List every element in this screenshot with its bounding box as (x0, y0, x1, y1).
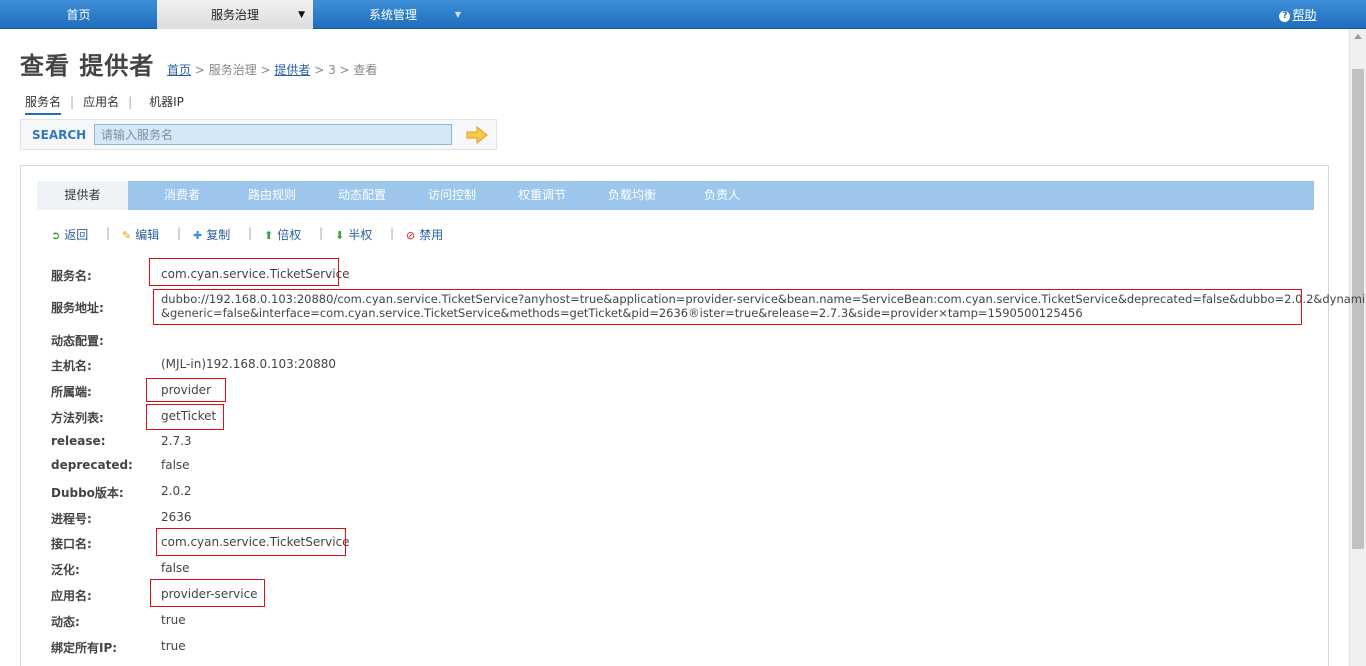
detail-value: false (161, 458, 190, 472)
tab-load-balance[interactable]: 负载均衡 (587, 181, 677, 210)
detail-key: 进程号: (51, 512, 92, 526)
search-tab-separator: | (128, 95, 133, 109)
nav-home[interactable]: 首页 (0, 0, 157, 29)
tab-weight[interactable]: 权重调节 (497, 181, 587, 210)
highlight-box (150, 579, 265, 607)
tab-provider[interactable]: 提供者 (37, 181, 128, 210)
action-separator: | (106, 226, 111, 240)
detail-key: 所属端: (51, 385, 92, 399)
back-label: 返回 (64, 228, 89, 242)
detail-key: 服务地址: (51, 301, 104, 315)
top-nav: 首页 服务治理 ▼ 系统管理 ▼ ? 帮助 (0, 0, 1366, 29)
pencil-icon: ✎ (122, 229, 132, 242)
detail-value: 2.0.2 (161, 484, 192, 498)
detail-key: release: (51, 434, 106, 448)
nav-system-management-label: 系统管理 (368, 8, 417, 22)
arrow-up-icon: ⬆ (264, 229, 274, 242)
disable-label: 禁用 (419, 228, 444, 242)
highlight-box (146, 404, 224, 430)
highlight-box (153, 289, 1302, 325)
vertical-scrollbar[interactable] (1349, 29, 1366, 666)
nav-service-governance[interactable]: 服务治理 ▼ (157, 0, 313, 29)
nav-service-governance-label: 服务治理 (210, 8, 259, 22)
nav-help[interactable]: ? 帮助 (1268, 0, 1328, 29)
search-box: SEARCH (20, 119, 497, 150)
detail-key: 动态: (51, 615, 80, 629)
edit-button[interactable]: ✎ 编辑 (122, 226, 159, 243)
forbidden-icon: ⊘ (406, 229, 416, 242)
search-go-arrow-icon[interactable] (466, 126, 488, 144)
search-type-tabs: 服务名 | 应用名 | 机器IP (25, 93, 184, 115)
action-separator: | (177, 226, 182, 240)
detail-key: 绑定所有IP: (51, 641, 118, 655)
half-weight-button[interactable]: ⬇ 半权 (335, 226, 372, 243)
half-weight-label: 半权 (348, 228, 373, 242)
scrollbar-thumb[interactable] (1352, 69, 1364, 549)
chevron-down-icon: ▼ (454, 10, 461, 19)
tab-owner[interactable]: 负责人 (677, 181, 767, 210)
search-tab-separator: | (70, 95, 75, 109)
highlight-box (156, 528, 346, 556)
detail-key: 接口名: (51, 537, 92, 551)
search-tab-ip[interactable]: 机器IP (149, 93, 184, 110)
edit-label: 编辑 (135, 228, 160, 242)
action-separator: | (319, 226, 324, 240)
copy-label: 复制 (206, 228, 231, 242)
disable-button[interactable]: ⊘ 禁用 (406, 226, 443, 243)
detail-value: 2636 (161, 510, 192, 524)
plus-icon: ✚ (193, 229, 203, 242)
search-tab-service[interactable]: 服务名 (25, 93, 62, 115)
detail-value: 2.7.3 (161, 434, 192, 448)
detail-value: true (161, 639, 186, 653)
detail-key: 服务名: (51, 269, 92, 283)
detail-value: true (161, 613, 186, 627)
page-title: 查看 提供者 (20, 52, 155, 80)
highlight-box (146, 378, 226, 402)
back-button[interactable]: ➲ 返回 (51, 226, 88, 243)
detail-key: 应用名: (51, 589, 92, 603)
back-icon: ➲ (51, 229, 61, 242)
tab-dynamic-config[interactable]: 动态配置 (317, 181, 407, 210)
double-weight-label: 倍权 (277, 228, 302, 242)
detail-key: Dubbo版本: (51, 486, 124, 500)
scroll-up-icon[interactable] (1354, 34, 1362, 39)
breadcrumb-text: > 服务治理 > (191, 63, 275, 77)
search-label: SEARCH (32, 128, 87, 142)
help-icon: ? (1279, 11, 1291, 22)
breadcrumb: 首页 > 服务治理 > 提供者 > 3 > 查看 (167, 61, 377, 78)
breadcrumb-provider-link[interactable]: 提供者 (274, 63, 310, 77)
detail-key: 主机名: (51, 359, 92, 373)
double-weight-button[interactable]: ⬆ 倍权 (264, 226, 301, 243)
nav-system-management[interactable]: 系统管理 ▼ (313, 0, 473, 29)
copy-button[interactable]: ✚ 复制 (193, 226, 230, 243)
action-separator: | (390, 226, 395, 240)
action-separator: | (248, 226, 253, 240)
tab-access-control[interactable]: 访问控制 (407, 181, 497, 210)
detail-value: (MJL-in)192.168.0.103:20880 (161, 357, 337, 371)
arrow-down-icon: ⬇ (335, 229, 345, 242)
chevron-down-icon: ▼ (298, 10, 305, 20)
detail-key: 泛化: (51, 563, 80, 577)
breadcrumb-home-link[interactable]: 首页 (167, 63, 191, 77)
tab-bar: 提供者 消费者 路由规则 动态配置 访问控制 权重调节 负载均衡 负责人 (37, 181, 1314, 210)
search-tab-application[interactable]: 应用名 (83, 93, 119, 110)
search-input[interactable] (94, 124, 452, 145)
detail-value: false (161, 561, 190, 575)
highlight-box (149, 258, 339, 286)
detail-key: 动态配置: (51, 334, 104, 348)
detail-key: 方法列表: (51, 411, 104, 425)
tab-consumer[interactable]: 消费者 (137, 181, 227, 210)
detail-key: deprecated: (51, 458, 133, 472)
detail-panel: 提供者 消费者 路由规则 动态配置 访问控制 权重调节 负载均衡 负责人 ➲ 返回… (20, 165, 1366, 666)
nav-help-label: 帮助 (1292, 8, 1317, 22)
tab-routing-rules[interactable]: 路由规则 (227, 181, 317, 210)
breadcrumb-tail: > 3 > 查看 (310, 63, 378, 77)
